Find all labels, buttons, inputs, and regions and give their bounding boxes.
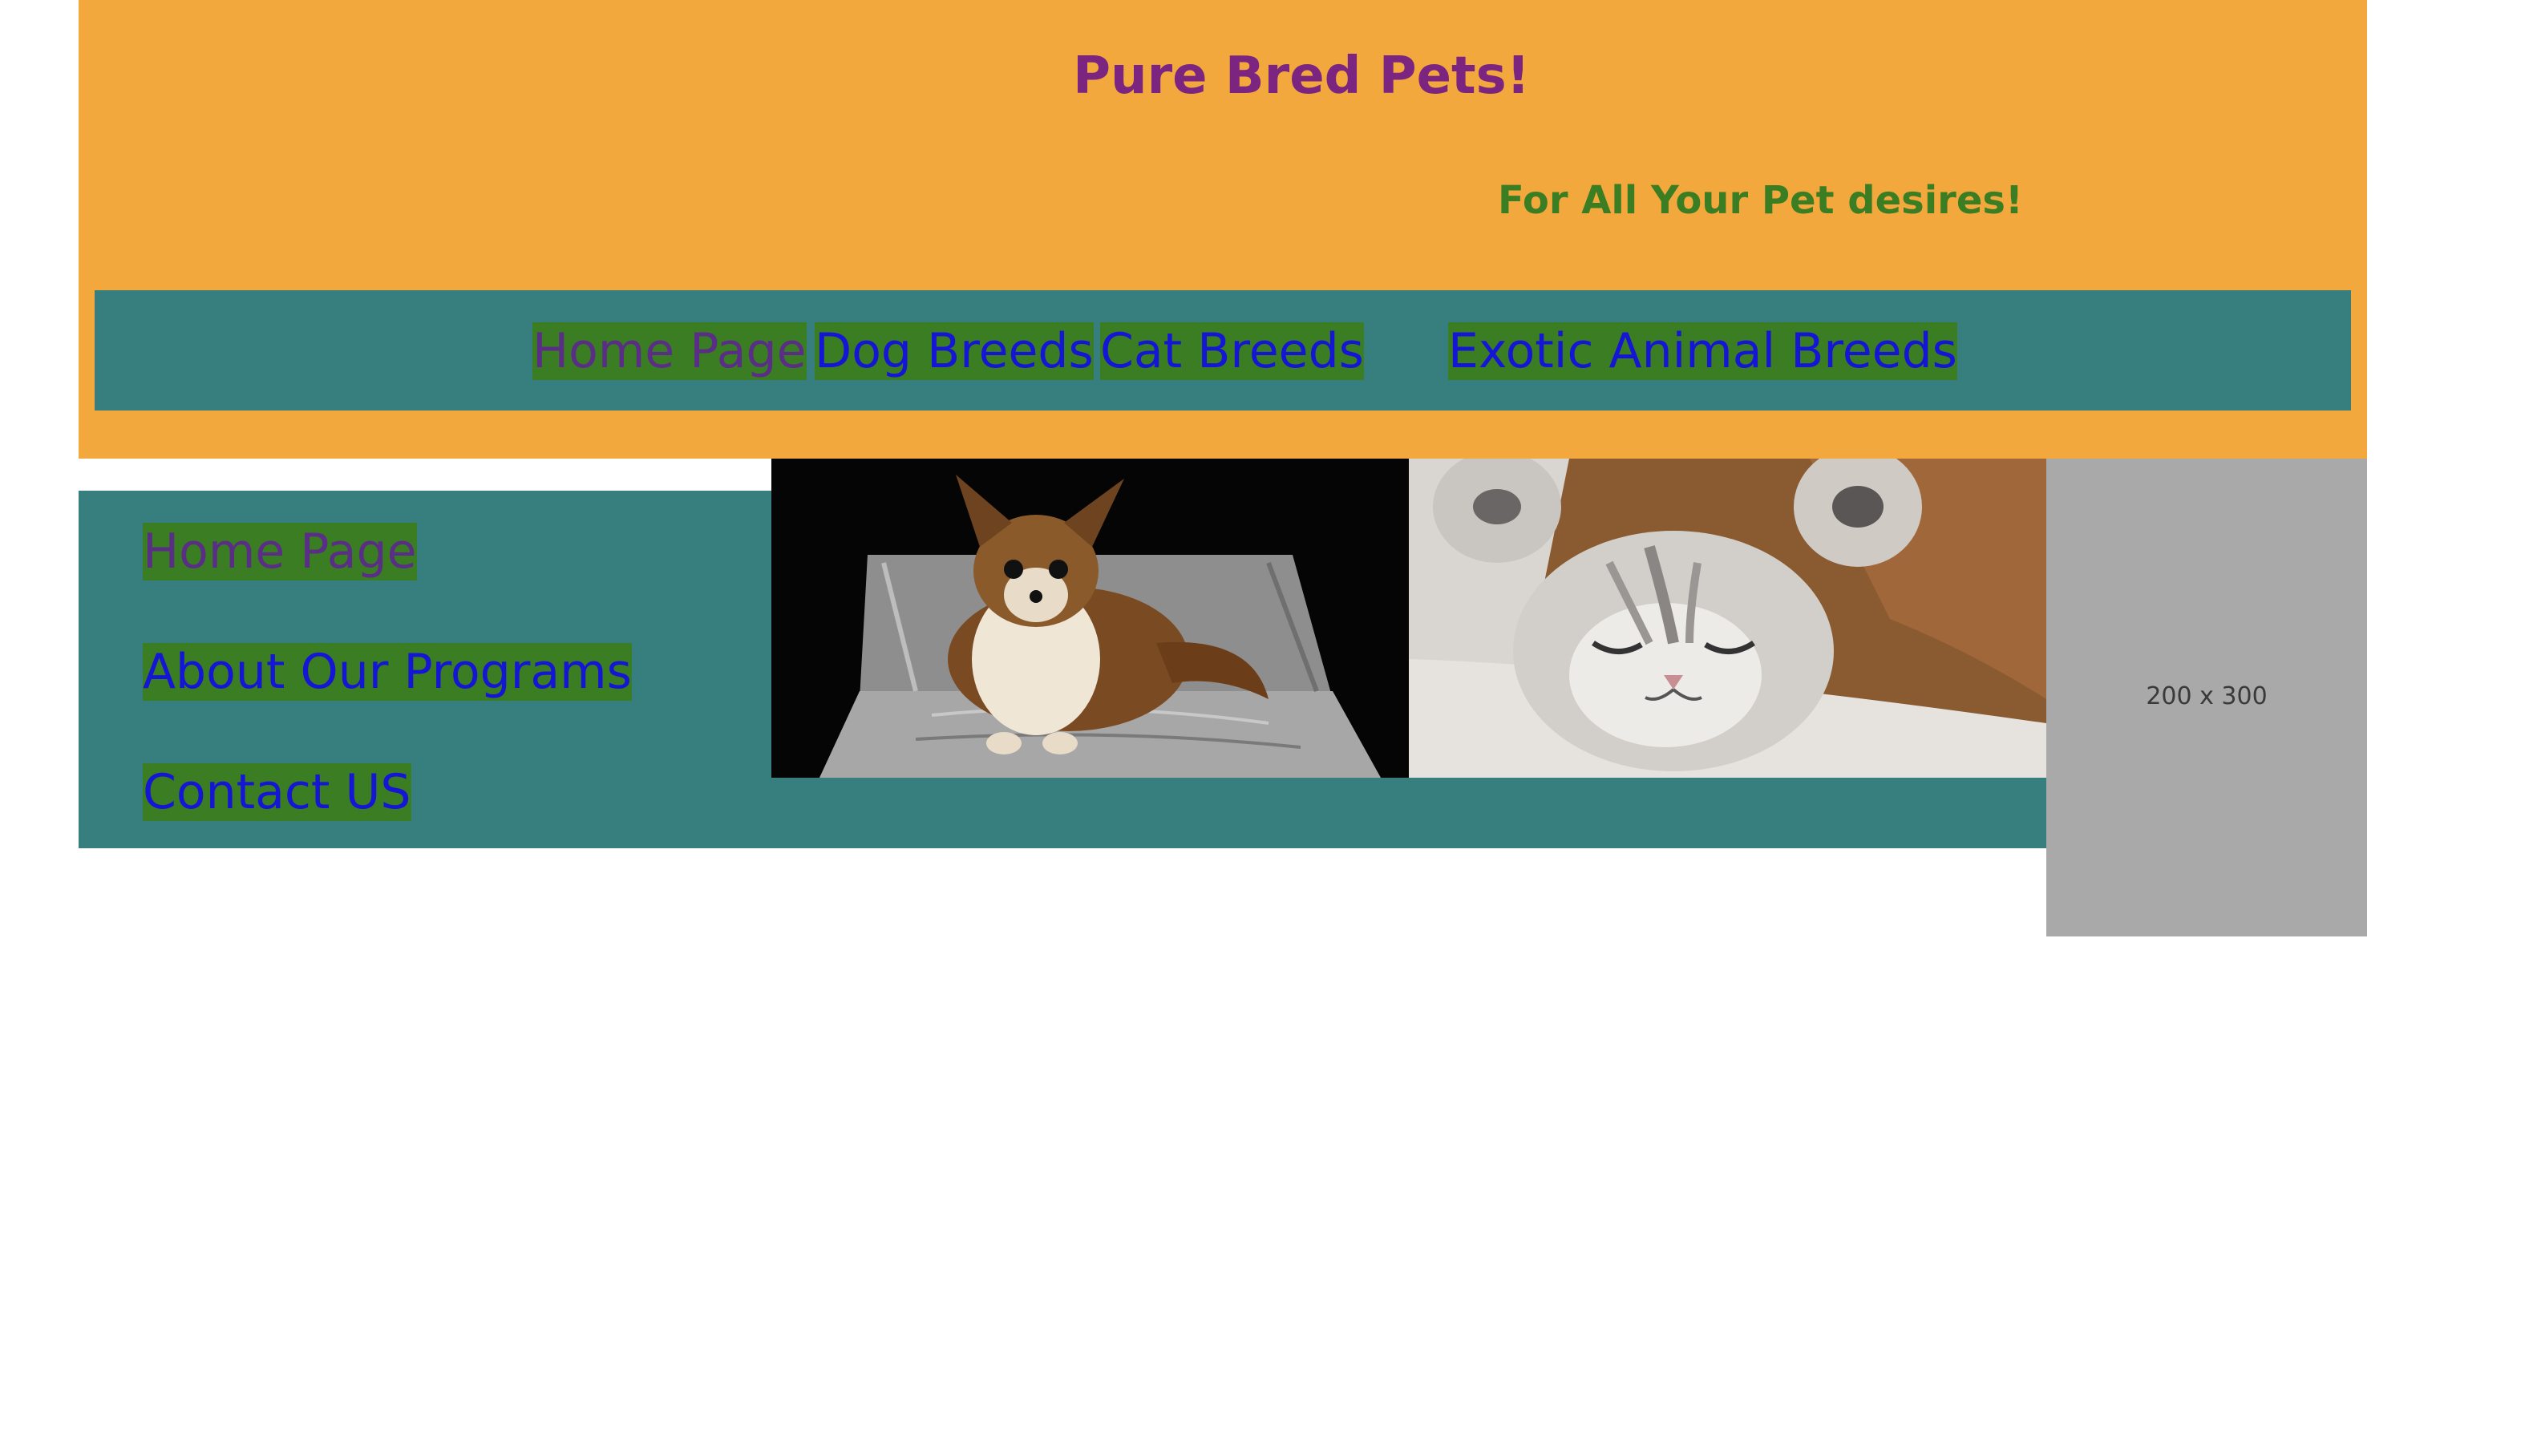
chihuahua-dog-photo	[771, 459, 1409, 778]
top-nav-exotic-animal-breeds-link[interactable]: Exotic Animal Breeds	[1448, 322, 1957, 380]
side-nav-contact-link[interactable]: Contact US	[143, 763, 411, 821]
site-title: Pure Bred Pets!	[1073, 47, 1530, 106]
site-header: Pure Bred Pets! For All Your Pet desires…	[79, 0, 2367, 459]
sleeping-kitten-photo	[1409, 459, 2046, 778]
top-nav-dog-breeds-link[interactable]: Dog Breeds	[815, 322, 1094, 380]
image-placeholder: 200 x 300	[2046, 459, 2367, 936]
side-nav-home-link[interactable]: Home Page	[143, 523, 417, 580]
content-area	[771, 459, 2046, 848]
top-navigation: Home Page Dog Breeds Cat Breeds Exotic A…	[95, 290, 2351, 411]
side-nav-about-programs-link[interactable]: About Our Programs	[143, 643, 632, 701]
site-tagline: For All Your Pet desires!	[1498, 178, 2023, 223]
side-navigation: Home Page About Our Programs Contact US	[79, 491, 771, 848]
top-nav-cat-breeds-link[interactable]: Cat Breeds	[1100, 322, 1364, 380]
page: Pure Bred Pets! For All Your Pet desires…	[0, 0, 2529, 1456]
top-nav-home-link[interactable]: Home Page	[532, 322, 807, 380]
placeholder-size-label: 200 x 300	[2146, 682, 2268, 710]
